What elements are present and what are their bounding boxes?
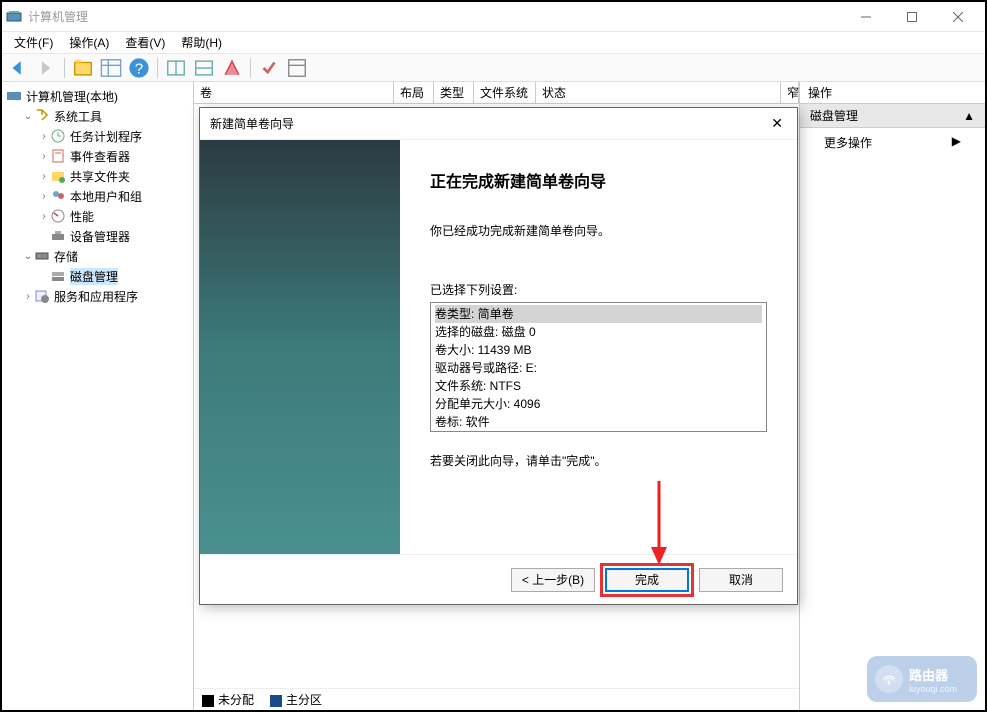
chevron-right-icon: ▶ — [952, 134, 961, 151]
actions-header: 操作 — [800, 82, 985, 104]
setting-row[interactable]: 选择的磁盘: 磁盘 0 — [435, 323, 762, 341]
maximize-button[interactable] — [889, 2, 935, 32]
wizard-title: 新建简单卷向导 — [210, 115, 294, 132]
wizard-success-text: 你已经成功完成新建简单卷向导。 — [430, 222, 767, 239]
toolbar-btn-7[interactable] — [285, 56, 309, 80]
setting-row[interactable]: 卷标: 软件 — [435, 413, 762, 431]
toolbar-btn-1[interactable] — [71, 56, 95, 80]
col-status[interactable]: 状态 — [536, 82, 781, 103]
tree-eventviewer[interactable]: ›事件查看器 — [38, 146, 189, 166]
app-icon — [6, 9, 22, 25]
toolbar-btn-3[interactable] — [164, 56, 188, 80]
wizard-banner — [200, 140, 400, 554]
wizard-buttons: < 上一步(B) 完成 取消 — [200, 554, 797, 604]
actions-panel: 操作 磁盘管理▲ 更多操作▶ — [800, 82, 985, 710]
col-capacity[interactable]: 窄 — [781, 82, 799, 103]
wizard-settings-label: 已选择下列设置: — [430, 281, 767, 298]
tree-shared[interactable]: ›共享文件夹 — [38, 166, 189, 186]
tree-scheduler[interactable]: ›任务计划程序 — [38, 126, 189, 146]
legend-unallocated: 未分配 — [218, 693, 254, 707]
navigation-tree[interactable]: 计算机管理(本地) ⌄ 系统工具 ›任务计划程序 ›事件查看器 ›共享文件夹 ›… — [2, 82, 194, 710]
menu-help[interactable]: 帮助(H) — [173, 32, 230, 53]
wizard-content: 正在完成新建简单卷向导 你已经成功完成新建简单卷向导。 已选择下列设置: 卷类型… — [400, 140, 797, 554]
watermark-icon — [875, 665, 903, 693]
col-layout[interactable]: 布局 — [394, 82, 434, 103]
tree-storage[interactable]: ⌄ 存储 — [22, 246, 189, 266]
wizard-closing-text: 若要关闭此向导，请单击"完成"。 — [430, 452, 767, 469]
actions-more[interactable]: 更多操作▶ — [800, 128, 985, 157]
wizard-settings-list[interactable]: 卷类型: 简单卷 选择的磁盘: 磁盘 0 卷大小: 11439 MB 驱动器号或… — [430, 302, 767, 432]
tree-perf[interactable]: ›性能 — [38, 206, 189, 226]
tree-services[interactable]: › 服务和应用程序 — [22, 286, 189, 306]
toolbar-btn-2[interactable] — [99, 56, 123, 80]
titlebar: 计算机管理 — [2, 2, 985, 32]
wizard-heading: 正在完成新建简单卷向导 — [430, 168, 767, 192]
toolbar-btn-5[interactable] — [220, 56, 244, 80]
window-title: 计算机管理 — [28, 8, 843, 25]
setting-row[interactable]: 卷大小: 11439 MB — [435, 341, 762, 359]
toolbar: ? — [2, 54, 985, 82]
wizard-titlebar: 新建简单卷向导 ✕ — [200, 108, 797, 140]
tree-systools[interactable]: ⌄ 系统工具 — [22, 106, 189, 126]
wizard-close-button[interactable]: ✕ — [767, 111, 787, 136]
legend-primary: 主分区 — [286, 693, 322, 707]
tree-diskmgmt[interactable]: 磁盘管理 — [38, 266, 189, 286]
back-button[interactable] — [6, 56, 30, 80]
setting-row[interactable]: 驱动器号或路径: E: — [435, 359, 762, 377]
tree-devmgr[interactable]: 设备管理器 — [38, 226, 189, 246]
svg-text:?: ? — [135, 60, 143, 77]
window-controls — [843, 2, 981, 32]
back-button[interactable]: < 上一步(B) — [511, 568, 595, 592]
tree-root[interactable]: 计算机管理(本地) — [6, 86, 189, 106]
cancel-button[interactable]: 取消 — [699, 568, 783, 592]
help-button[interactable]: ? — [127, 56, 151, 80]
menu-action[interactable]: 操作(A) — [61, 32, 117, 53]
close-button[interactable] — [935, 2, 981, 32]
legend: 未分配 主分区 — [194, 688, 799, 710]
toolbar-btn-6[interactable] — [257, 56, 281, 80]
col-type[interactable]: 类型 — [434, 82, 474, 103]
col-volume[interactable]: 卷 — [194, 82, 394, 103]
toolbar-btn-4[interactable] — [192, 56, 216, 80]
collapse-icon: ▲ — [963, 109, 975, 123]
setting-row[interactable]: 文件系统: NTFS — [435, 377, 762, 395]
wizard-dialog: 新建简单卷向导 ✕ 正在完成新建简单卷向导 你已经成功完成新建简单卷向导。 已选… — [199, 107, 798, 605]
finish-button[interactable]: 完成 — [605, 568, 689, 592]
minimize-button[interactable] — [843, 2, 889, 32]
forward-button[interactable] — [34, 56, 58, 80]
col-fs[interactable]: 文件系统 — [474, 82, 536, 103]
volume-list-header: 卷 布局 类型 文件系统 状态 窄 — [194, 82, 799, 104]
menu-view[interactable]: 查看(V) — [117, 32, 173, 53]
tree-users[interactable]: ›本地用户和组 — [38, 186, 189, 206]
watermark: 路由器 luyouqi.com — [867, 656, 977, 702]
setting-row[interactable]: 分配单元大小: 4096 — [435, 395, 762, 413]
actions-diskmgmt[interactable]: 磁盘管理▲ — [800, 104, 985, 128]
menu-file[interactable]: 文件(F) — [6, 32, 61, 53]
setting-row[interactable]: 卷类型: 简单卷 — [435, 305, 762, 323]
menubar: 文件(F) 操作(A) 查看(V) 帮助(H) — [2, 32, 985, 54]
